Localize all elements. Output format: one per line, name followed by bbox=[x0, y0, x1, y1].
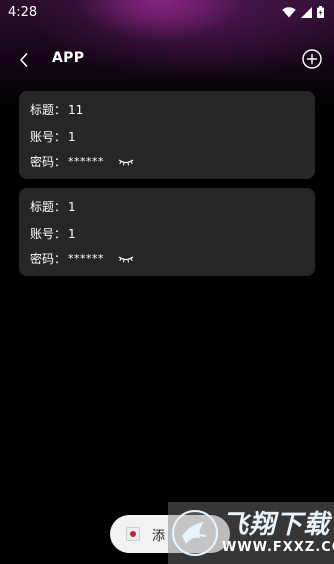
account-value: 1 bbox=[68, 226, 76, 241]
app-icon bbox=[126, 527, 140, 541]
title-label: 标题： bbox=[30, 103, 67, 117]
title-label: 标题： bbox=[30, 200, 67, 214]
password-value: ****** bbox=[68, 252, 105, 265]
entry-account-row: 账号： 1 bbox=[30, 128, 76, 145]
battery-icon bbox=[317, 6, 324, 18]
entry-title-row: 标题： 11 bbox=[30, 101, 83, 118]
entry-password-row: 密码： ****** bbox=[30, 250, 134, 267]
watermark-name: 飞翔下载 bbox=[222, 510, 331, 540]
eye-closed-icon[interactable] bbox=[118, 255, 134, 263]
entry-card[interactable]: 标题： 11 账号： 1 密码： ****** bbox=[19, 91, 315, 179]
page-title: APP bbox=[52, 50, 85, 66]
status-time: 4:28 bbox=[8, 4, 38, 20]
back-button[interactable] bbox=[12, 48, 36, 72]
entry-title-row: 标题： 1 bbox=[30, 198, 76, 215]
add-entry-button[interactable] bbox=[300, 47, 324, 71]
title-value: 1 bbox=[68, 199, 76, 214]
wifi-icon bbox=[282, 6, 296, 18]
toast-text: 添 bbox=[152, 528, 166, 544]
signal-icon bbox=[301, 6, 312, 18]
plus-circle-icon bbox=[302, 49, 322, 69]
watermark: 飞翔下载 WWW.FXXZ.COM bbox=[168, 502, 334, 564]
eye-closed-icon[interactable] bbox=[118, 158, 134, 166]
status-icons bbox=[282, 6, 324, 18]
entry-account-row: 账号： 1 bbox=[30, 225, 76, 242]
entry-card[interactable]: 标题： 1 账号： 1 密码： ****** bbox=[19, 188, 315, 276]
account-label: 账号： bbox=[30, 227, 67, 241]
app-bar: APP bbox=[0, 44, 334, 76]
watermark-text: 飞翔下载 WWW.FXXZ.COM bbox=[222, 510, 334, 556]
app-screen: 4:28 APP 标题： 11 账号： 1 密码： ****** 标题： 1 账… bbox=[0, 0, 334, 564]
entry-password-row: 密码： ****** bbox=[30, 153, 134, 170]
title-value: 11 bbox=[68, 102, 84, 117]
account-label: 账号： bbox=[30, 130, 67, 144]
watermark-url: WWW.FXXZ.COM bbox=[222, 540, 334, 555]
password-label: 密码： bbox=[30, 155, 67, 169]
watermark-logo-icon bbox=[170, 506, 220, 560]
password-label: 密码： bbox=[30, 252, 67, 266]
chevron-left-icon bbox=[20, 53, 28, 67]
password-value: ****** bbox=[68, 155, 105, 168]
status-bar: 4:28 bbox=[0, 0, 334, 24]
account-value: 1 bbox=[68, 129, 76, 144]
